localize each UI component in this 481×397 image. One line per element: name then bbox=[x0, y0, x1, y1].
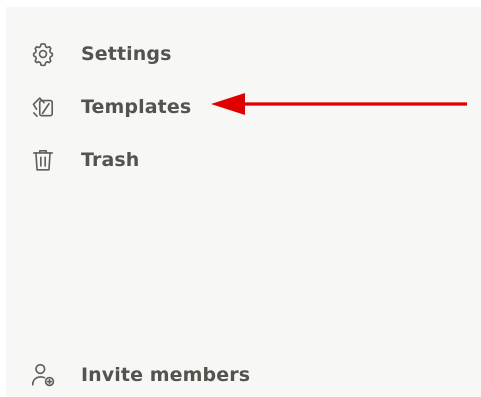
gear-icon bbox=[30, 41, 56, 67]
annotation-arrow bbox=[211, 93, 467, 115]
invite-members-button[interactable]: Invite members bbox=[30, 359, 250, 391]
sidebar-item-settings[interactable]: Settings bbox=[30, 38, 171, 70]
sidebar: Settings Templates Trash Invite members bbox=[6, 7, 481, 397]
sidebar-item-label: Trash bbox=[81, 149, 140, 171]
sidebar-item-label: Templates bbox=[81, 96, 192, 118]
trash-icon bbox=[30, 147, 56, 173]
arrow-head bbox=[211, 93, 245, 115]
templates-icon bbox=[30, 94, 56, 120]
sidebar-item-trash[interactable]: Trash bbox=[30, 144, 139, 176]
user-plus-icon bbox=[30, 362, 56, 388]
sidebar-item-templates[interactable]: Templates bbox=[30, 91, 191, 123]
invite-members-label: Invite members bbox=[81, 364, 251, 386]
sidebar-item-label: Settings bbox=[81, 43, 172, 65]
